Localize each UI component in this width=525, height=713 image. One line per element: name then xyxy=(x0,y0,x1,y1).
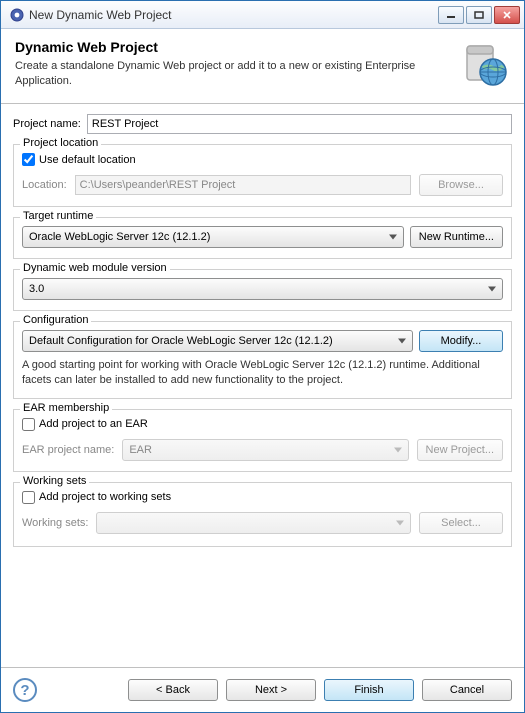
add-to-working-sets-checkbox[interactable] xyxy=(22,491,35,504)
ear-name-value: EAR xyxy=(129,444,152,456)
project-name-input[interactable] xyxy=(87,114,512,134)
module-version-group: Dynamic web module version 3.0 xyxy=(13,269,512,311)
globe-jar-icon xyxy=(460,39,510,89)
back-button[interactable]: < Back xyxy=(128,679,218,701)
project-name-label: Project name: xyxy=(13,118,81,130)
configuration-value: Default Configuration for Oracle WebLogi… xyxy=(29,335,333,347)
browse-button: Browse... xyxy=(419,174,503,196)
target-runtime-value: Oracle WebLogic Server 12c (12.1.2) xyxy=(29,231,210,243)
add-to-ear-checkbox[interactable] xyxy=(22,418,35,431)
group-title-location: Project location xyxy=(20,137,101,149)
maximize-button[interactable] xyxy=(466,6,492,24)
working-sets-select xyxy=(96,512,411,534)
location-input xyxy=(75,175,411,195)
ear-name-select: EAR xyxy=(122,439,408,461)
content-area: Project name: Project location Use defau… xyxy=(1,104,524,667)
use-default-location-checkbox[interactable] xyxy=(22,153,35,166)
close-button[interactable] xyxy=(494,6,520,24)
new-runtime-button[interactable]: New Runtime... xyxy=(410,226,503,248)
group-title-runtime: Target runtime xyxy=(20,210,96,222)
group-title-ear: EAR membership xyxy=(20,402,112,414)
module-version-value: 3.0 xyxy=(29,283,44,295)
target-runtime-group: Target runtime Oracle WebLogic Server 12… xyxy=(13,217,512,259)
modify-button[interactable]: Modify... xyxy=(419,330,503,352)
project-location-group: Project location Use default location Lo… xyxy=(13,144,512,207)
add-to-working-sets-label: Add project to working sets xyxy=(39,491,171,503)
banner: Dynamic Web Project Create a standalone … xyxy=(1,29,524,104)
working-sets-group: Working sets Add project to working sets… xyxy=(13,482,512,547)
configuration-group: Configuration Default Configuration for … xyxy=(13,321,512,399)
select-working-sets-button: Select... xyxy=(419,512,503,534)
titlebar[interactable]: New Dynamic Web Project xyxy=(1,1,524,29)
dialog-window: New Dynamic Web Project Dynamic Web Proj… xyxy=(0,0,525,713)
group-title-configuration: Configuration xyxy=(20,314,91,326)
configuration-select[interactable]: Default Configuration for Oracle WebLogi… xyxy=(22,330,413,352)
group-title-working-sets: Working sets xyxy=(20,475,89,487)
minimize-button[interactable] xyxy=(438,6,464,24)
footer: ? < Back Next > Finish Cancel xyxy=(1,667,524,712)
new-ear-project-button: New Project... xyxy=(417,439,503,461)
configuration-description: A good starting point for working with O… xyxy=(22,358,503,388)
finish-button[interactable]: Finish xyxy=(324,679,414,701)
target-runtime-select[interactable]: Oracle WebLogic Server 12c (12.1.2) xyxy=(22,226,404,248)
add-to-ear-label: Add project to an EAR xyxy=(39,418,148,430)
cancel-button[interactable]: Cancel xyxy=(422,679,512,701)
location-label: Location: xyxy=(22,179,67,191)
banner-description: Create a standalone Dynamic Web project … xyxy=(15,59,460,89)
next-button[interactable]: Next > xyxy=(226,679,316,701)
ear-name-label: EAR project name: xyxy=(22,444,114,456)
app-icon xyxy=(9,7,25,23)
help-icon[interactable]: ? xyxy=(13,678,37,702)
module-version-select[interactable]: 3.0 xyxy=(22,278,503,300)
use-default-location-label: Use default location xyxy=(39,154,136,166)
working-sets-label: Working sets: xyxy=(22,517,88,529)
banner-title: Dynamic Web Project xyxy=(15,39,460,55)
window-title: New Dynamic Web Project xyxy=(29,8,438,22)
ear-group: EAR membership Add project to an EAR EAR… xyxy=(13,409,512,472)
group-title-module-version: Dynamic web module version xyxy=(20,262,170,274)
